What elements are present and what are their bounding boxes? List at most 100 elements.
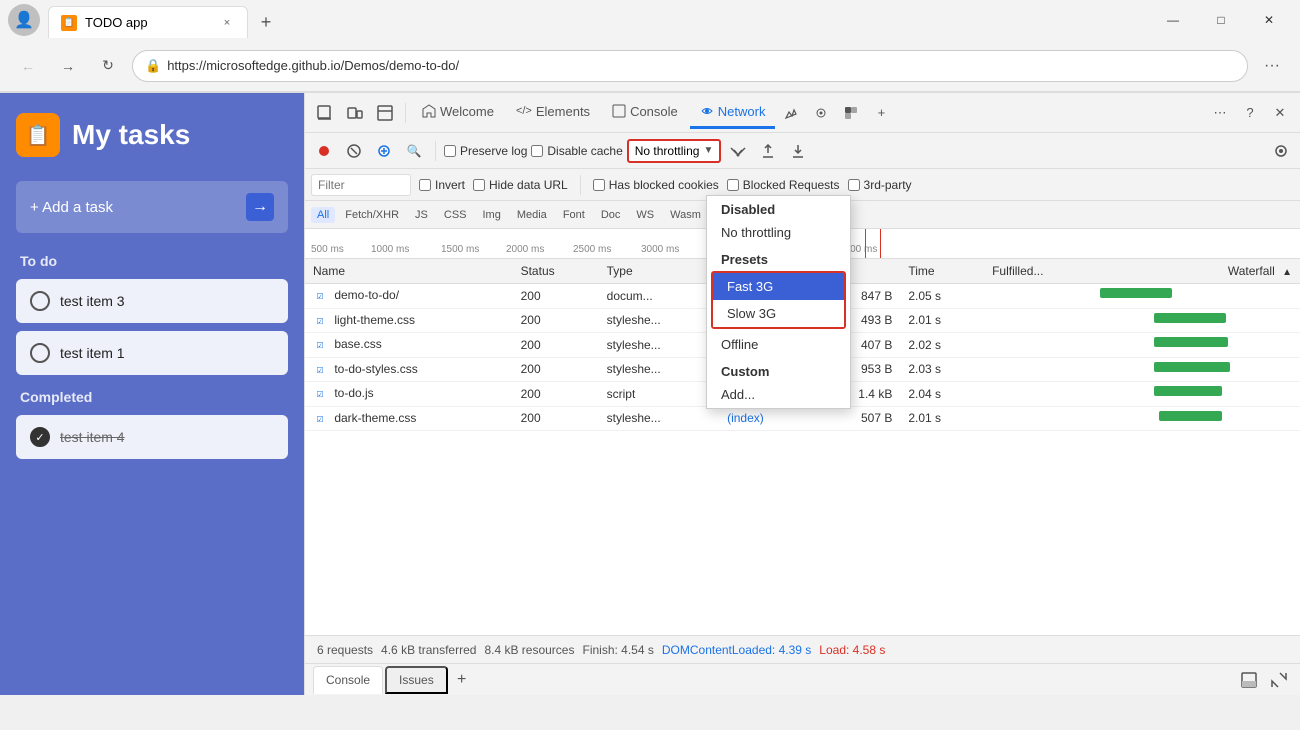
forward-button[interactable]: → xyxy=(52,50,84,82)
hide-data-url-label[interactable]: Hide data URL xyxy=(473,178,568,192)
tab-network[interactable]: Network xyxy=(690,97,776,129)
online-button[interactable] xyxy=(725,138,751,164)
col-fulfilled[interactable]: Fulfilled... xyxy=(984,259,1100,284)
file-checkbox-icon: ☑ xyxy=(313,363,327,377)
task-checkbox-completed-1[interactable]: ✓ xyxy=(30,427,50,447)
invert-checkbox[interactable] xyxy=(419,179,431,191)
throttle-slow3g[interactable]: Slow 3G xyxy=(713,300,844,327)
col-status[interactable]: Status xyxy=(513,259,599,284)
col-name[interactable]: Name xyxy=(305,259,513,284)
filter-input[interactable] xyxy=(311,174,411,196)
bottom-tab-console[interactable]: Console xyxy=(313,666,383,694)
disable-cache-label[interactable]: Disable cache xyxy=(531,144,622,158)
devtools-dock-button[interactable] xyxy=(371,99,399,127)
upload-button[interactable] xyxy=(755,138,781,164)
filter-doc[interactable]: Doc xyxy=(595,207,627,223)
search-button[interactable]: 🔍 xyxy=(401,138,427,164)
throttle-dropdown-menu: Disabled No throttling Presets Fast 3G S… xyxy=(706,195,851,409)
has-blocked-cookies-label[interactable]: Has blocked cookies xyxy=(593,178,719,192)
tab-elements[interactable]: </> Elements xyxy=(506,97,600,129)
throttle-add[interactable]: Add... xyxy=(707,381,850,408)
expand-button[interactable] xyxy=(1266,667,1292,693)
throttle-select[interactable]: No throttling ▼ xyxy=(627,139,722,163)
filter-ws[interactable]: WS xyxy=(630,207,660,223)
filter-media[interactable]: Media xyxy=(511,207,553,223)
task-item-todo-1[interactable]: test item 3 xyxy=(16,279,288,323)
clear-button[interactable] xyxy=(341,138,367,164)
refresh-button[interactable]: ↻ xyxy=(92,50,124,82)
devtools-add-tab[interactable]: + xyxy=(867,99,895,127)
devtools-application-tab[interactable] xyxy=(837,99,865,127)
preserve-log-label[interactable]: Preserve log xyxy=(444,144,527,158)
filter-js[interactable]: JS xyxy=(409,207,434,223)
disable-cache-checkbox[interactable] xyxy=(531,145,543,157)
tab-welcome[interactable]: Welcome xyxy=(412,97,504,129)
cell-fulfilled xyxy=(984,284,1100,309)
status-bar: 6 requests 4.6 kB transferred 8.4 kB res… xyxy=(305,635,1300,663)
new-tab-button[interactable]: + xyxy=(250,6,282,38)
tab-console[interactable]: Console xyxy=(602,97,688,129)
filter-font[interactable]: Font xyxy=(557,207,591,223)
filter-css[interactable]: CSS xyxy=(438,207,473,223)
blocked-requests-checkbox[interactable] xyxy=(727,179,739,191)
task-item-todo-2[interactable]: test item 1 xyxy=(16,331,288,375)
network-settings-button[interactable] xyxy=(1268,138,1294,164)
preserve-log-checkbox[interactable] xyxy=(444,145,456,157)
dock-bottom-button[interactable] xyxy=(1236,667,1262,693)
filter-wasm[interactable]: Wasm xyxy=(664,207,707,223)
minimize-button[interactable]: — xyxy=(1150,4,1196,36)
devtools-device-toggle[interactable] xyxy=(341,99,369,127)
throttle-fast3g[interactable]: Fast 3G xyxy=(713,273,844,300)
completed-section: Completed ✓ test item 4 xyxy=(16,389,288,459)
devtools-inspect-button[interactable] xyxy=(311,99,339,127)
task-item-completed-1[interactable]: ✓ test item 4 xyxy=(16,415,288,459)
hide-data-url-checkbox[interactable] xyxy=(473,179,485,191)
cell-fulfilled xyxy=(984,333,1100,358)
col-type[interactable]: Type xyxy=(599,259,719,284)
resources-size: 8.4 kB resources xyxy=(484,643,574,657)
bottom-tab-issues[interactable]: Issues xyxy=(385,666,448,694)
back-button[interactable]: ← xyxy=(12,50,44,82)
bottom-tab-controls xyxy=(1236,667,1292,693)
toolbar-divider-1 xyxy=(405,103,406,123)
throttle-no-throttling[interactable]: No throttling xyxy=(707,219,850,246)
record-button[interactable] xyxy=(311,138,337,164)
filter-img[interactable]: Img xyxy=(477,207,507,223)
throttle-offline[interactable]: Offline xyxy=(707,331,850,358)
devtools-performance-tab[interactable] xyxy=(777,99,805,127)
custom-label: Custom xyxy=(707,358,850,381)
filter-all[interactable]: All xyxy=(311,207,335,223)
download-button[interactable] xyxy=(785,138,811,164)
devtools-settings-tab[interactable] xyxy=(807,99,835,127)
devtools-more-button[interactable]: ⋯ xyxy=(1206,99,1234,127)
has-blocked-cookies-checkbox[interactable] xyxy=(593,179,605,191)
task-checkbox-1[interactable] xyxy=(30,291,50,311)
col-time[interactable]: Time xyxy=(900,259,984,284)
task-checkbox-2[interactable] xyxy=(30,343,50,363)
add-task-button[interactable]: + Add a task → xyxy=(16,181,288,233)
todo-sidebar: 📋 My tasks + Add a task → To do test ite… xyxy=(0,93,304,695)
blocked-requests-label[interactable]: Blocked Requests xyxy=(727,178,840,192)
third-party-checkbox[interactable] xyxy=(848,179,860,191)
invert-label[interactable]: Invert xyxy=(419,178,465,192)
close-button[interactable]: ✕ xyxy=(1246,4,1292,36)
bottom-tab-add-button[interactable]: + xyxy=(450,668,474,692)
cell-size: 507 B xyxy=(814,406,900,431)
devtools-close-button[interactable]: ✕ xyxy=(1266,99,1294,127)
col-waterfall[interactable]: Waterfall ▲ xyxy=(1100,259,1300,284)
browser-more-button[interactable]: ··· xyxy=(1256,50,1288,82)
import-button[interactable] xyxy=(371,138,397,164)
throttle-value: No throttling xyxy=(635,144,700,158)
maximize-button[interactable]: □ xyxy=(1198,4,1244,36)
active-tab[interactable]: 📋 TODO app × xyxy=(48,6,248,38)
cell-initiator[interactable]: (index) xyxy=(719,406,814,431)
table-row[interactable]: ☑ dark-theme.css 200 styleshe... (index)… xyxy=(305,406,1300,431)
cell-status: 200 xyxy=(513,406,599,431)
filter-fetch[interactable]: Fetch/XHR xyxy=(339,207,405,223)
tab-close-button[interactable]: × xyxy=(219,15,235,31)
url-bar[interactable]: 🔒 https://microsoftedge.github.io/Demos/… xyxy=(132,50,1248,82)
devtools-help-button[interactable]: ? xyxy=(1236,99,1264,127)
cell-name: ☑ to-do.js xyxy=(305,382,513,407)
third-party-label[interactable]: 3rd-party xyxy=(848,178,912,192)
profile-icon[interactable]: 👤 xyxy=(8,4,40,36)
